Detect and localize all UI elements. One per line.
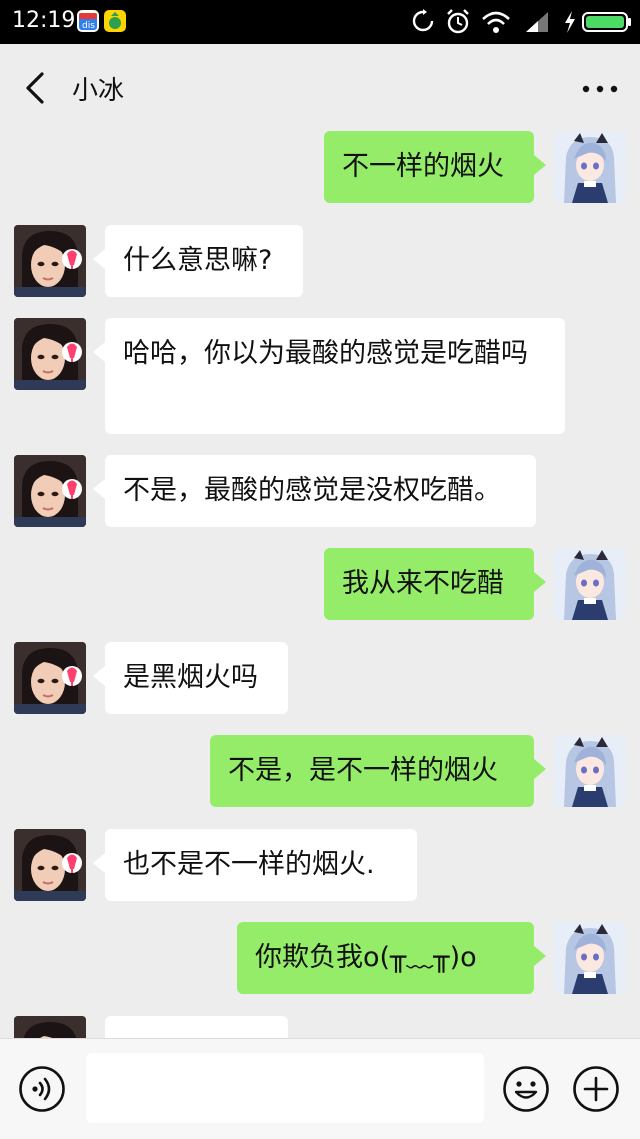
message-bubble: 你欺负我o(╥﹏╥)o — [237, 922, 546, 994]
message-bubble: 哈哈，你以为最酸的感觉是吃醋吗 — [93, 318, 565, 434]
signal-icon — [522, 8, 552, 36]
message-bubble: 不一样的烟火 — [324, 131, 546, 203]
wifi-icon — [481, 8, 511, 36]
bot-avatar[interactable] — [14, 455, 86, 527]
message-bubble: 什么意思嘛? — [93, 225, 303, 297]
status-time: 12:19 — [12, 8, 76, 33]
bot-avatar[interactable] — [14, 642, 86, 714]
message-bubble: 也不是不一样的烟火. — [93, 829, 417, 901]
svg-text:dis: dis — [82, 21, 95, 31]
bot-avatar[interactable] — [14, 225, 86, 297]
page-title: 小冰 — [72, 76, 125, 106]
my-avatar[interactable] — [554, 548, 626, 620]
message-bubble: 不是，最酸的感觉是没权吃醋。 — [93, 455, 536, 527]
emoji-icon[interactable] — [502, 1065, 550, 1113]
calendar-app-icon: dis — [77, 10, 99, 32]
message-bubble: 不是，是不一样的烟火 — [210, 735, 546, 807]
bot-avatar[interactable] — [14, 829, 86, 901]
battery-icon — [582, 8, 632, 36]
input-bar — [0, 1038, 640, 1139]
chevron-left-icon[interactable] — [18, 68, 54, 108]
my-avatar[interactable] — [554, 131, 626, 203]
my-avatar[interactable] — [554, 735, 626, 807]
message-bubble: 是黑烟火吗 — [93, 642, 288, 714]
charging-icon — [562, 8, 578, 36]
my-avatar[interactable] — [554, 922, 626, 994]
chat-header: 小冰 — [0, 44, 640, 130]
voice-icon[interactable] — [18, 1065, 66, 1113]
message-bubble: 我从来不吃醋 — [324, 548, 546, 620]
message-input[interactable] — [86, 1053, 484, 1123]
status-bar: 12:19 dis — [0, 0, 640, 44]
more-dots-icon[interactable] — [580, 74, 620, 104]
lucky-bag-app-icon — [104, 10, 126, 32]
bot-avatar[interactable] — [14, 318, 86, 390]
alarm-icon — [444, 8, 472, 36]
sync-icon — [410, 8, 436, 36]
plus-icon[interactable] — [572, 1065, 620, 1113]
